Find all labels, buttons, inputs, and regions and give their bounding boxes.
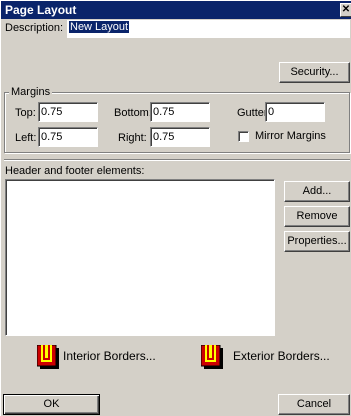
properties-button-label: Properties... (287, 235, 347, 247)
mirror-margins-label: Mirror Margins (255, 130, 326, 142)
security-button[interactable]: Security... (279, 62, 350, 83)
interior-borders-icon[interactable] (36, 344, 59, 369)
top-label: Top: (15, 107, 36, 119)
bottom-label: Bottom: (114, 107, 152, 119)
description-field[interactable]: New Layout (67, 20, 350, 38)
gutter-field[interactable]: 0 (265, 102, 325, 122)
interior-borders-label[interactable]: Interior Borders... (63, 349, 156, 363)
ok-button[interactable]: OK (3, 394, 100, 415)
ok-button-label: OK (43, 398, 60, 410)
exterior-borders-label[interactable]: Exterior Borders... (233, 349, 330, 363)
cancel-button-label: Cancel (296, 398, 332, 410)
top-margin-field[interactable]: 0.75 (38, 102, 98, 122)
remove-button[interactable]: Remove (284, 206, 350, 227)
close-button[interactable]: ✕ (340, 3, 351, 17)
bottom-margin-field[interactable]: 0.75 (150, 102, 210, 122)
header-footer-label: Header and footer elements: (5, 165, 145, 177)
mirror-margins-checkbox[interactable] (238, 131, 249, 142)
remove-button-label: Remove (296, 210, 338, 222)
page-layout-dialog: Page Layout ✕ Description: New Layout Se… (0, 0, 351, 416)
exterior-borders-icon[interactable] (200, 344, 223, 369)
add-button[interactable]: Add... (284, 181, 350, 202)
right-label: Right: (118, 132, 147, 144)
close-icon: ✕ (341, 4, 351, 15)
properties-button[interactable]: Properties... (284, 231, 350, 252)
description-label: Description: (5, 22, 64, 34)
cancel-button[interactable]: Cancel (278, 394, 350, 415)
separator-highlight (4, 160, 350, 161)
right-margin-field[interactable]: 0.75 (150, 127, 210, 147)
header-footer-list[interactable] (5, 179, 275, 336)
security-button-label: Security... (290, 66, 339, 78)
description-value: New Layout (69, 21, 130, 33)
left-label: Left: (15, 132, 37, 144)
add-button-label: Add... (302, 185, 332, 197)
left-margin-field[interactable]: 0.75 (38, 127, 98, 147)
dialog-title: Page Layout (5, 3, 77, 17)
title-bar: Page Layout ✕ (1, 1, 351, 19)
margins-group-label: Margins (9, 86, 53, 98)
